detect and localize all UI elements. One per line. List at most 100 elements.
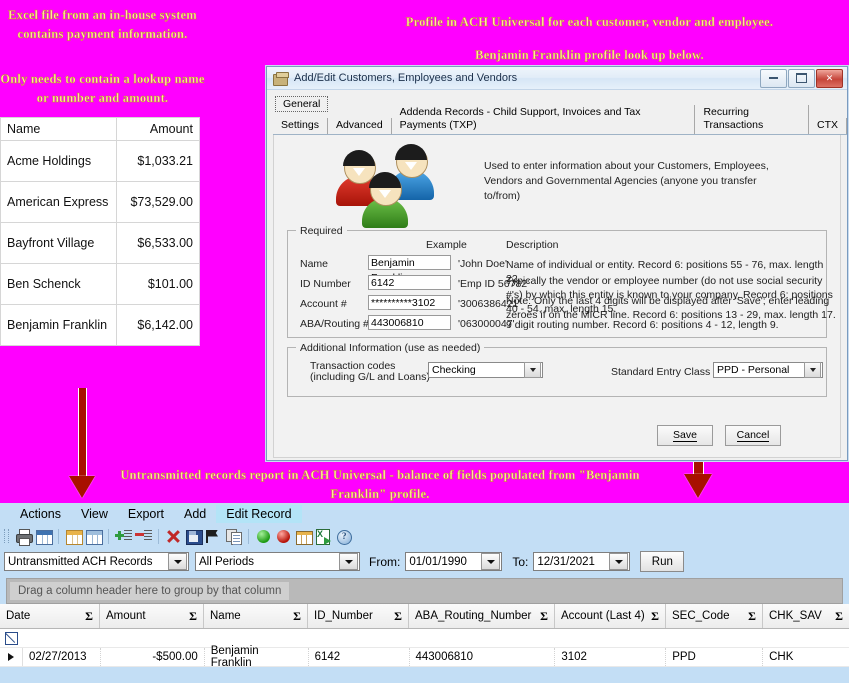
cell-name: American Express bbox=[0, 181, 117, 223]
menu-bar: Actions View Export Add Edit Record bbox=[0, 503, 849, 525]
table-icon[interactable] bbox=[295, 528, 313, 545]
summary-sigma-icon[interactable]: Σ bbox=[651, 609, 659, 624]
edit-record-icon[interactable] bbox=[0, 629, 22, 647]
menu-export[interactable]: Export bbox=[118, 505, 174, 523]
grid-orange-icon[interactable] bbox=[65, 528, 83, 545]
chevron-down-icon[interactable] bbox=[339, 553, 358, 570]
account-number-input[interactable]: **********3102 bbox=[368, 295, 451, 310]
help-icon[interactable]: ? bbox=[335, 528, 352, 545]
green-light-icon[interactable] bbox=[255, 528, 272, 545]
menu-actions[interactable]: Actions bbox=[10, 505, 71, 523]
grid-column-id-number[interactable]: ID_Number Σ bbox=[308, 604, 409, 628]
close-button[interactable]: ✕ bbox=[816, 68, 843, 88]
save-button-label: Save bbox=[673, 428, 697, 442]
maximize-button[interactable] bbox=[788, 68, 815, 88]
grid-column-account-last4[interactable]: Account (Last 4) Σ bbox=[555, 604, 666, 628]
grid-column-date[interactable]: Date Σ bbox=[0, 604, 100, 628]
group-panel[interactable]: Drag a column header here to group by th… bbox=[6, 578, 843, 604]
add-row-icon[interactable] bbox=[115, 528, 132, 545]
print-icon[interactable] bbox=[15, 528, 33, 546]
to-label: To: bbox=[512, 554, 529, 569]
tab-settings[interactable]: Settings bbox=[273, 118, 328, 134]
table-row: Ben Schenck $101.00 bbox=[0, 263, 200, 305]
new-record-row[interactable] bbox=[0, 629, 849, 648]
delete-x-icon[interactable] bbox=[165, 528, 182, 545]
grid-column-name-label: Name bbox=[210, 610, 241, 622]
grid-column-sec-code-label: SEC_Code bbox=[672, 610, 730, 622]
grid-body: 02/27/2013 -$500.00 Benjamin Franklin 61… bbox=[0, 629, 849, 669]
tab-addenda-records[interactable]: Addenda Records - Child Support, Invoice… bbox=[392, 105, 696, 134]
chevron-down-icon[interactable] bbox=[524, 362, 541, 378]
label-standard-entry-class: Standard Entry Class bbox=[611, 366, 711, 378]
grid-white-icon[interactable] bbox=[85, 528, 103, 545]
grid-column-aba-routing-number[interactable]: ABA_Routing_Number Σ bbox=[409, 604, 555, 628]
id-number-input[interactable]: 6142 bbox=[368, 275, 451, 290]
grid-column-chk-sav-label: CHK_SAV bbox=[769, 610, 822, 622]
tab-general[interactable]: General bbox=[275, 96, 329, 112]
period-select[interactable]: All Periods bbox=[195, 552, 360, 571]
report-select[interactable]: Untransmitted ACH Records bbox=[4, 552, 189, 571]
chevron-down-icon[interactable] bbox=[804, 362, 821, 378]
grid-column-chk-sav[interactable]: CHK_SAV Σ bbox=[763, 604, 849, 628]
period-select-value: All Periods bbox=[199, 555, 254, 568]
summary-sigma-icon[interactable]: Σ bbox=[835, 609, 843, 624]
cell-name: Benjamin Franklin bbox=[205, 645, 309, 669]
table-row: Acme Holdings $1,033.21 bbox=[0, 140, 200, 182]
chevron-down-icon[interactable] bbox=[168, 553, 187, 570]
cell-amount: $73,529.00 bbox=[116, 181, 200, 223]
export-excel-icon[interactable]: X bbox=[315, 528, 332, 545]
tab-recurring-transactions[interactable]: Recurring Transactions bbox=[695, 105, 809, 134]
red-light-icon[interactable] bbox=[275, 528, 292, 545]
to-date-input[interactable]: 12/31/2021 bbox=[533, 552, 631, 571]
grid-blue-icon[interactable] bbox=[35, 528, 53, 545]
folder-icon bbox=[273, 71, 289, 86]
grid-column-account-last4-label: Account (Last 4) bbox=[561, 610, 645, 622]
cell-name: Ben Schenck bbox=[0, 263, 117, 305]
summary-sigma-icon[interactable]: Σ bbox=[748, 609, 756, 624]
name-input[interactable]: Benjamin Franklin bbox=[368, 255, 451, 284]
column-header-amount: Amount bbox=[116, 117, 200, 141]
cancel-button-label: Cancel bbox=[736, 428, 770, 442]
toolbar-grip[interactable] bbox=[4, 529, 9, 543]
chevron-down-icon[interactable] bbox=[609, 553, 629, 570]
grid-column-sec-code[interactable]: SEC_Code Σ bbox=[666, 604, 763, 628]
run-button[interactable]: Run bbox=[640, 551, 685, 572]
summary-sigma-icon[interactable]: Σ bbox=[293, 609, 301, 624]
summary-sigma-icon[interactable]: Σ bbox=[540, 609, 548, 624]
delete-row-icon[interactable] bbox=[135, 528, 152, 545]
chevron-down-icon[interactable] bbox=[481, 553, 501, 570]
transaction-codes-select[interactable]: Checking bbox=[428, 362, 543, 378]
save-button[interactable]: Save bbox=[657, 425, 713, 446]
menu-add[interactable]: Add bbox=[174, 505, 216, 523]
save-icon[interactable] bbox=[185, 528, 203, 545]
ach-universal-window: Actions View Export Add Edit Record X ? … bbox=[0, 503, 849, 683]
cell-aba-routing-number: 443006810 bbox=[410, 648, 556, 666]
annotation-lookup: Only needs to contain a lookup name or n… bbox=[0, 72, 205, 106]
cell-chk-sav: CHK bbox=[769, 651, 794, 663]
aba-routing-input[interactable]: 443006810 bbox=[368, 315, 451, 330]
summary-sigma-icon[interactable]: Σ bbox=[85, 609, 93, 624]
excel-payment-table: Name Amount Acme Holdings $1,033.21 Amer… bbox=[0, 117, 200, 346]
minimize-button[interactable] bbox=[760, 68, 787, 88]
cancel-button[interactable]: Cancel bbox=[725, 425, 781, 446]
menu-view[interactable]: View bbox=[71, 505, 118, 523]
row-selector-icon[interactable] bbox=[0, 648, 23, 666]
standard-entry-class-select[interactable]: PPD - Personal bbox=[713, 362, 823, 378]
from-date-input[interactable]: 01/01/1990 bbox=[405, 552, 503, 571]
summary-sigma-icon[interactable]: Σ bbox=[394, 609, 402, 624]
flag-icon[interactable] bbox=[205, 528, 222, 545]
grid-column-amount[interactable]: Amount Σ bbox=[100, 604, 204, 628]
menu-edit-record[interactable]: Edit Record bbox=[216, 505, 302, 523]
annotation-excel-file: Excel file from an in-house system conta… bbox=[8, 8, 197, 42]
table-row[interactable]: 02/27/2013 -$500.00 Benjamin Franklin 61… bbox=[0, 645, 849, 669]
dialog-titlebar[interactable]: Add/Edit Customers, Employees and Vendor… bbox=[267, 67, 847, 90]
grid-column-name[interactable]: Name Σ bbox=[204, 604, 308, 628]
annotation-profile: Profile in ACH Universal for each custom… bbox=[330, 13, 849, 66]
grid-column-date-label: Date bbox=[6, 610, 31, 622]
cell-amount: $1,033.21 bbox=[116, 140, 200, 182]
cell-account-last4: 3102 bbox=[555, 648, 667, 666]
tab-advanced[interactable]: Advanced bbox=[328, 118, 392, 134]
copy-icon[interactable] bbox=[225, 528, 242, 545]
tab-ctx[interactable]: CTX bbox=[809, 118, 847, 134]
summary-sigma-icon[interactable]: Σ bbox=[189, 609, 197, 624]
